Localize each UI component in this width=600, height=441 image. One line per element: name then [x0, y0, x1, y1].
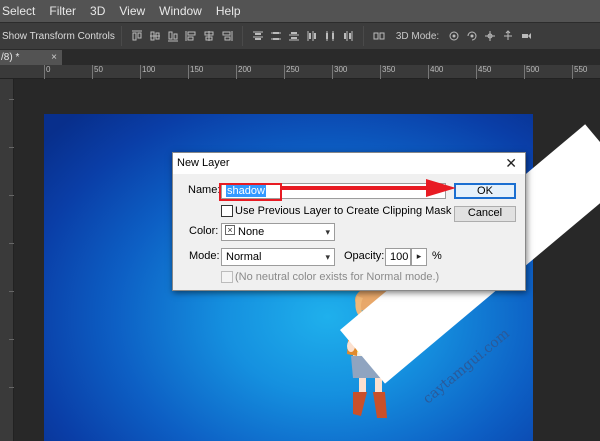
- distribute-right-icon[interactable]: [342, 30, 354, 42]
- mode-select[interactable]: Normal ▾: [221, 248, 335, 266]
- ruler-tick: [236, 65, 237, 79]
- ruler-label: 50: [94, 65, 103, 74]
- ruler-label: 150: [190, 65, 204, 74]
- close-icon[interactable]: ✕: [505, 155, 517, 172]
- ruler-label: 0: [46, 65, 51, 74]
- chevron-down-icon: ▾: [325, 252, 330, 262]
- ruler-tick: [9, 339, 14, 340]
- photoshop-window: Select Filter 3D View Window Help Show T…: [0, 0, 600, 441]
- horizontal-ruler: 0 50 100 150 200 250 300 350 400 450 500…: [0, 65, 600, 79]
- document-tab[interactable]: /8) * ×: [0, 50, 62, 65]
- ruler-tick: [188, 65, 189, 79]
- 3d-slide-icon[interactable]: [502, 30, 514, 42]
- dialog-title: New Layer: [177, 157, 230, 169]
- distribute-horizontal-centers-icon[interactable]: [324, 30, 336, 42]
- distribute-bottom-icon[interactable]: [288, 30, 300, 42]
- opacity-value: 100: [390, 251, 409, 263]
- options-bar: Show Transform Controls 3D Mode:: [0, 22, 600, 50]
- ok-button[interactable]: OK: [454, 183, 516, 199]
- ruler-tick: [9, 99, 14, 100]
- distribute-top-icon[interactable]: [252, 30, 264, 42]
- align-bottom-edges-icon[interactable]: [167, 30, 179, 42]
- distribute-left-icon[interactable]: [306, 30, 318, 42]
- ruler-tick: [44, 65, 45, 79]
- ruler-tick: [380, 65, 381, 79]
- neutral-color-checkbox: [221, 271, 233, 283]
- menu-filter[interactable]: Filter: [49, 4, 76, 18]
- use-previous-layer-label: Use Previous Layer to Create Clipping Ma…: [235, 205, 452, 217]
- opacity-field[interactable]: 100: [385, 248, 411, 266]
- ruler-tick: [476, 65, 477, 79]
- 3d-orbit-icon[interactable]: [448, 30, 460, 42]
- divider: [362, 26, 364, 46]
- divider: [120, 26, 122, 46]
- vertical-ruler: [0, 79, 14, 441]
- document-tab-bar: /8) * ×: [0, 50, 600, 65]
- arrow-to-ok-icon: [280, 179, 456, 197]
- chevron-down-icon: ▾: [325, 227, 330, 237]
- ruler-label: 500: [526, 65, 540, 74]
- opacity-unit: %: [432, 250, 442, 262]
- ruler-tick: [9, 195, 14, 196]
- ruler-tick: [332, 65, 333, 79]
- menu-3d[interactable]: 3D: [90, 4, 105, 18]
- new-layer-dialog: New Layer ✕ Name: shadow OK Cancel Use P…: [172, 152, 526, 291]
- align-horizontal-centers-icon[interactable]: [203, 30, 215, 42]
- distribute-vertical-centers-icon[interactable]: [270, 30, 282, 42]
- ruler-tick: [9, 243, 14, 244]
- opacity-label: Opacity:: [344, 250, 385, 262]
- ruler-label: 550: [574, 65, 588, 74]
- 3d-pan-icon[interactable]: [484, 30, 496, 42]
- auto-align-layers-icon[interactable]: [373, 30, 385, 42]
- menu-help[interactable]: Help: [216, 4, 241, 18]
- document-tab-title: /8) *: [1, 52, 20, 63]
- use-previous-layer-checkbox[interactable]: [221, 205, 233, 217]
- ruler-label: 100: [142, 65, 156, 74]
- ruler-tick: [92, 65, 93, 79]
- ruler-label: 200: [238, 65, 252, 74]
- menu-window[interactable]: Window: [159, 4, 202, 18]
- align-right-edges-icon[interactable]: [221, 30, 233, 42]
- ruler-tick: [140, 65, 141, 79]
- align-vertical-centers-icon[interactable]: [149, 30, 161, 42]
- color-select[interactable]: × None ▾: [221, 223, 335, 241]
- 3d-roll-icon[interactable]: [466, 30, 478, 42]
- ruler-label: 450: [478, 65, 492, 74]
- ruler-tick: [9, 387, 14, 388]
- dialog-title-bar[interactable]: New Layer ✕: [173, 153, 525, 174]
- menu-view[interactable]: View: [119, 4, 145, 18]
- 3d-mode-label: 3D Mode:: [395, 30, 440, 42]
- ruler-tick: [524, 65, 525, 79]
- opacity-stepper[interactable]: ▸: [411, 248, 427, 266]
- 3d-scale-icon[interactable]: [520, 30, 532, 42]
- color-label: Color:: [189, 225, 219, 237]
- align-top-edges-icon[interactable]: [131, 30, 143, 42]
- ruler-label: 350: [382, 65, 396, 74]
- menu-select[interactable]: Select: [2, 4, 35, 18]
- color-value: None: [238, 226, 265, 238]
- ruler-label: 250: [286, 65, 300, 74]
- close-tab-icon[interactable]: ×: [51, 50, 57, 65]
- align-left-edges-icon[interactable]: [185, 30, 197, 42]
- ruler-tick: [9, 291, 14, 292]
- neutral-color-label: (No neutral color exists for Normal mode…: [235, 271, 440, 283]
- name-label: Name:: [188, 184, 221, 196]
- show-transform-controls-label[interactable]: Show Transform Controls: [2, 31, 115, 42]
- divider: [241, 26, 243, 46]
- mode-label: Mode:: [189, 250, 220, 262]
- cancel-button[interactable]: Cancel: [454, 206, 516, 222]
- name-highlight-box: [219, 183, 282, 201]
- ruler-tick: [428, 65, 429, 79]
- no-color-icon: ×: [225, 225, 235, 235]
- ruler-label: 400: [430, 65, 444, 74]
- ruler-tick: [284, 65, 285, 79]
- ruler-tick: [9, 147, 14, 148]
- ruler-tick: [572, 65, 573, 79]
- menu-bar: Select Filter 3D View Window Help: [0, 0, 600, 22]
- mode-value: Normal: [226, 251, 262, 263]
- ruler-label: 300: [334, 65, 348, 74]
